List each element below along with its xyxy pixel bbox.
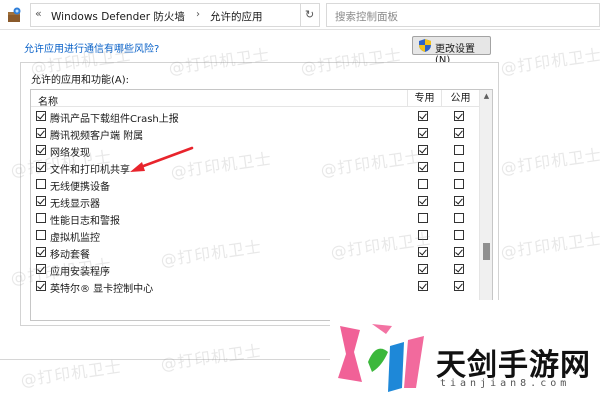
refresh-button[interactable]: ↻ [300,3,320,27]
brand-url: tianjian8.com [440,378,571,389]
app-enabled-checkbox[interactable] [36,230,46,240]
allowed-apps-list[interactable]: 名称 专用 公用 腾讯产品下载组件Crash上报 腾讯视频客户端 附属 网络发现 文件… [30,89,493,321]
app-name: 虚拟机监控 [50,233,100,244]
private-network-checkbox[interactable] [418,179,428,189]
list-scrollbar[interactable]: ▲ ▼ [479,90,492,320]
uac-shield-icon [419,39,431,55]
app-enabled-checkbox[interactable] [36,196,46,206]
app-name: 腾讯产品下载组件Crash上报 [50,114,179,125]
column-header-public[interactable]: 公用 [441,90,479,107]
scroll-up-icon[interactable]: ▲ [480,90,493,103]
app-name: 无线便携设备 [50,182,110,193]
control-panel-icon [6,6,24,24]
scrollbar-thumb[interactable] [483,243,490,260]
public-network-checkbox[interactable] [454,264,464,274]
watermark-text: @打印机卫士 [159,340,264,374]
brand-watermark: 天剑手游网 tianjian8.com [330,300,600,394]
list-item[interactable]: 无线显示器 [31,193,479,210]
app-enabled-checkbox[interactable] [36,213,46,223]
app-name: 无线显示器 [50,199,100,210]
watermark-text: @打印机卫士 [499,228,600,262]
private-network-checkbox[interactable] [418,264,428,274]
public-network-checkbox[interactable] [454,128,464,138]
brand-logo-icon [332,322,428,397]
app-enabled-checkbox[interactable] [36,179,46,189]
change-settings-button[interactable]: 更改设置(N) [412,36,491,66]
allowed-apps-panel: 允许的应用和功能(A): 名称 专用 公用 腾讯产品下载组件Crash上报 腾讯视… [20,62,499,326]
list-header: 名称 专用 公用 [31,90,479,108]
public-network-checkbox[interactable] [454,196,464,206]
search-input[interactable]: 搜索控制面板 [326,3,600,27]
list-item[interactable]: 腾讯视频客户端 附属 [31,125,479,142]
public-network-checkbox[interactable] [454,281,464,291]
breadcrumb-overflow-icon[interactable]: « [35,7,42,20]
public-network-checkbox[interactable] [454,230,464,240]
address-bar: « Windows Defender 防火墙 › 允许的应用 ▾ ↻ 搜索控制面… [0,0,600,30]
list-item[interactable]: 性能日志和警报 [31,210,479,227]
list-item[interactable]: 无线便携设备 [31,176,479,193]
public-network-checkbox[interactable] [454,247,464,257]
public-network-checkbox[interactable] [454,179,464,189]
public-network-checkbox[interactable] [454,213,464,223]
private-network-checkbox[interactable] [418,196,428,206]
private-network-checkbox[interactable] [418,213,428,223]
list-item[interactable]: 腾讯产品下载组件Crash上报 [31,108,479,125]
watermark-text: @打印机卫士 [499,144,600,178]
watermark-text: @打印机卫士 [499,44,600,78]
search-placeholder: 搜索控制面板 [335,11,398,23]
refresh-icon: ↻ [305,8,315,21]
column-header-private[interactable]: 专用 [407,90,441,107]
app-name: 性能日志和警报 [50,216,120,227]
app-name: 腾讯视频客户端 附属 [50,131,144,142]
public-network-checkbox[interactable] [454,162,464,172]
app-name: 英特尔® 显卡控制中心 [50,284,154,295]
private-network-checkbox[interactable] [418,281,428,291]
app-enabled-checkbox[interactable] [36,111,46,121]
breadcrumb-item-allowed-apps[interactable]: 允许的应用 [210,9,263,24]
app-enabled-checkbox[interactable] [36,247,46,257]
list-item[interactable]: 英特尔® 显卡控制中心 [31,278,479,295]
public-network-checkbox[interactable] [454,145,464,155]
private-network-checkbox[interactable] [418,111,428,121]
public-network-checkbox[interactable] [454,111,464,121]
breadcrumb-separator-icon[interactable]: › [196,9,200,20]
column-header-name[interactable]: 名称 [38,93,58,108]
breadcrumb-item-firewall[interactable]: Windows Defender 防火墙 [51,9,185,24]
private-network-checkbox[interactable] [418,128,428,138]
app-enabled-checkbox[interactable] [36,128,46,138]
breadcrumb[interactable]: « Windows Defender 防火墙 › 允许的应用 ▾ [30,3,319,27]
